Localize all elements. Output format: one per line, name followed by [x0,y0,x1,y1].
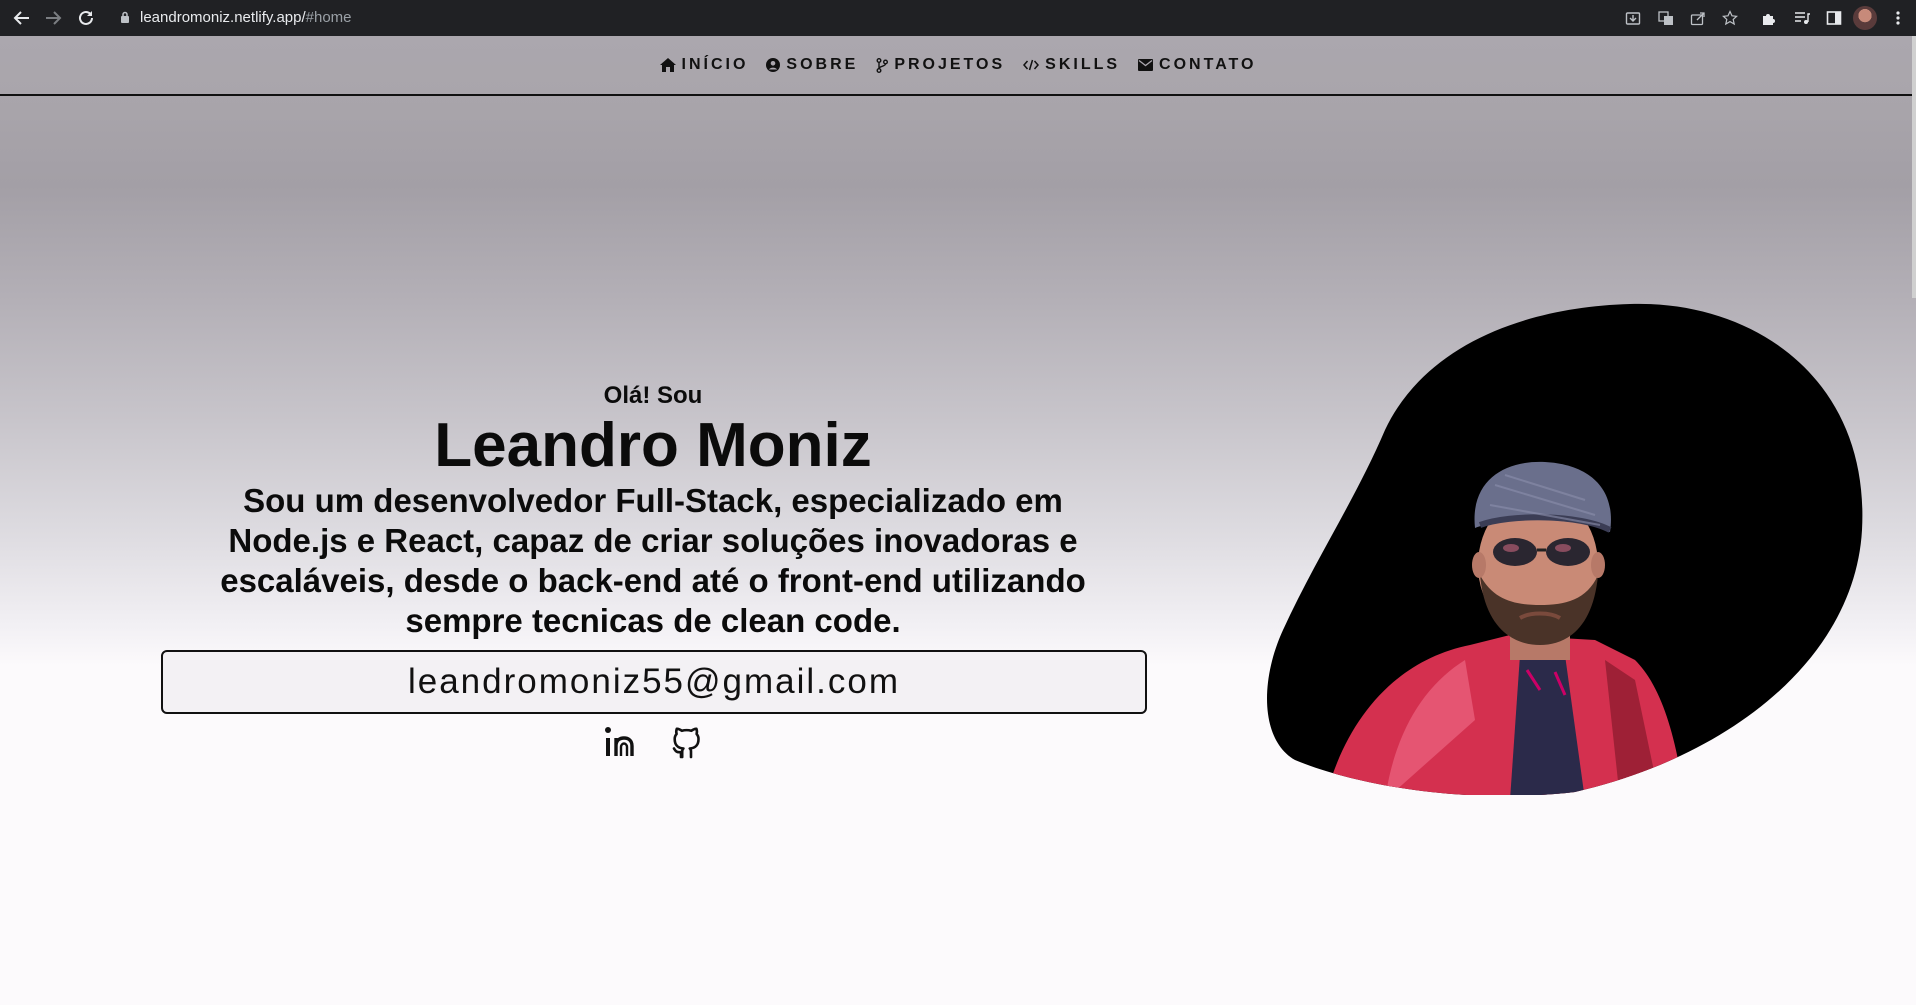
share-icon [1690,12,1705,26]
greeting: Olá! Sou [603,382,703,409]
nav-label: SKILLS [1045,56,1121,73]
side-panel-icon [1826,11,1842,25]
lock-icon [121,11,129,23]
extensions-button[interactable] [1759,8,1779,28]
home-icon [659,58,676,72]
profile-avatar[interactable] [1853,6,1877,30]
download-icon [1625,12,1641,25]
nav-item-inicio[interactable]: INÍCIO [659,56,749,74]
url-host: leandromoniz.netlify.app/ [140,9,306,26]
side-panel-button[interactable] [1824,8,1844,28]
arrow-left-icon [13,11,29,25]
nav-label: SOBRE [786,56,859,73]
share-button[interactable] [1688,8,1708,28]
back-button[interactable] [10,6,34,30]
reload-button[interactable] [74,6,98,30]
arrow-right-icon [46,11,62,25]
url-path: #home [305,9,352,26]
email-field[interactable]: leandromoniz55@gmail.com [161,650,1147,714]
user-circle-icon [766,58,781,72]
nav-item-sobre[interactable]: SOBRE [766,56,858,74]
git-branch-icon [876,57,889,73]
code-icon [1023,59,1040,71]
nav-label: CONTATO [1159,56,1257,73]
browser-toolbar: leandromoniz.netlify.app/#home [0,0,1916,36]
hero-name: Leandro Moniz [434,411,872,480]
translate-icon [1658,11,1673,25]
media-button[interactable] [1792,8,1812,28]
github-link[interactable] [666,722,706,762]
nav-item-contato[interactable]: CONTATO [1138,56,1256,74]
bookmark-button[interactable] [1720,8,1740,28]
star-icon [1722,10,1738,26]
github-icon [672,727,700,759]
envelope-icon [1138,59,1154,71]
hero-description: Sou um desenvolvedor Full-Stack, especia… [220,482,1086,639]
linkedin-icon [605,727,634,756]
linkedin-link[interactable] [600,722,640,762]
nav-item-projetos[interactable]: PROJETOS [876,56,1005,74]
profile-photo [1265,300,1865,797]
nav-label: PROJETOS [894,56,1006,73]
menu-button[interactable] [1888,8,1908,28]
forward-button[interactable] [41,6,65,30]
nav-item-skills[interactable]: SKILLS [1023,56,1120,74]
address-bar[interactable]: leandromoniz.netlify.app/#home [140,9,352,26]
nav-label: INÍCIO [681,56,749,73]
playlist-icon [1795,12,1810,24]
translate-button[interactable] [1656,8,1676,28]
reload-icon [79,10,93,25]
top-navigation: INÍCIO SOBRE PROJETOS SKILLS CONTATO [0,36,1916,96]
scrollbar-thumb[interactable] [1912,36,1916,298]
hero-text: Olá! Sou Leandro Moniz Sou um desenvolve… [160,381,1146,641]
puzzle-icon [1763,14,1775,25]
install-app-button[interactable] [1623,8,1643,28]
social-links [600,722,706,762]
kebab-menu-icon [1896,11,1900,25]
